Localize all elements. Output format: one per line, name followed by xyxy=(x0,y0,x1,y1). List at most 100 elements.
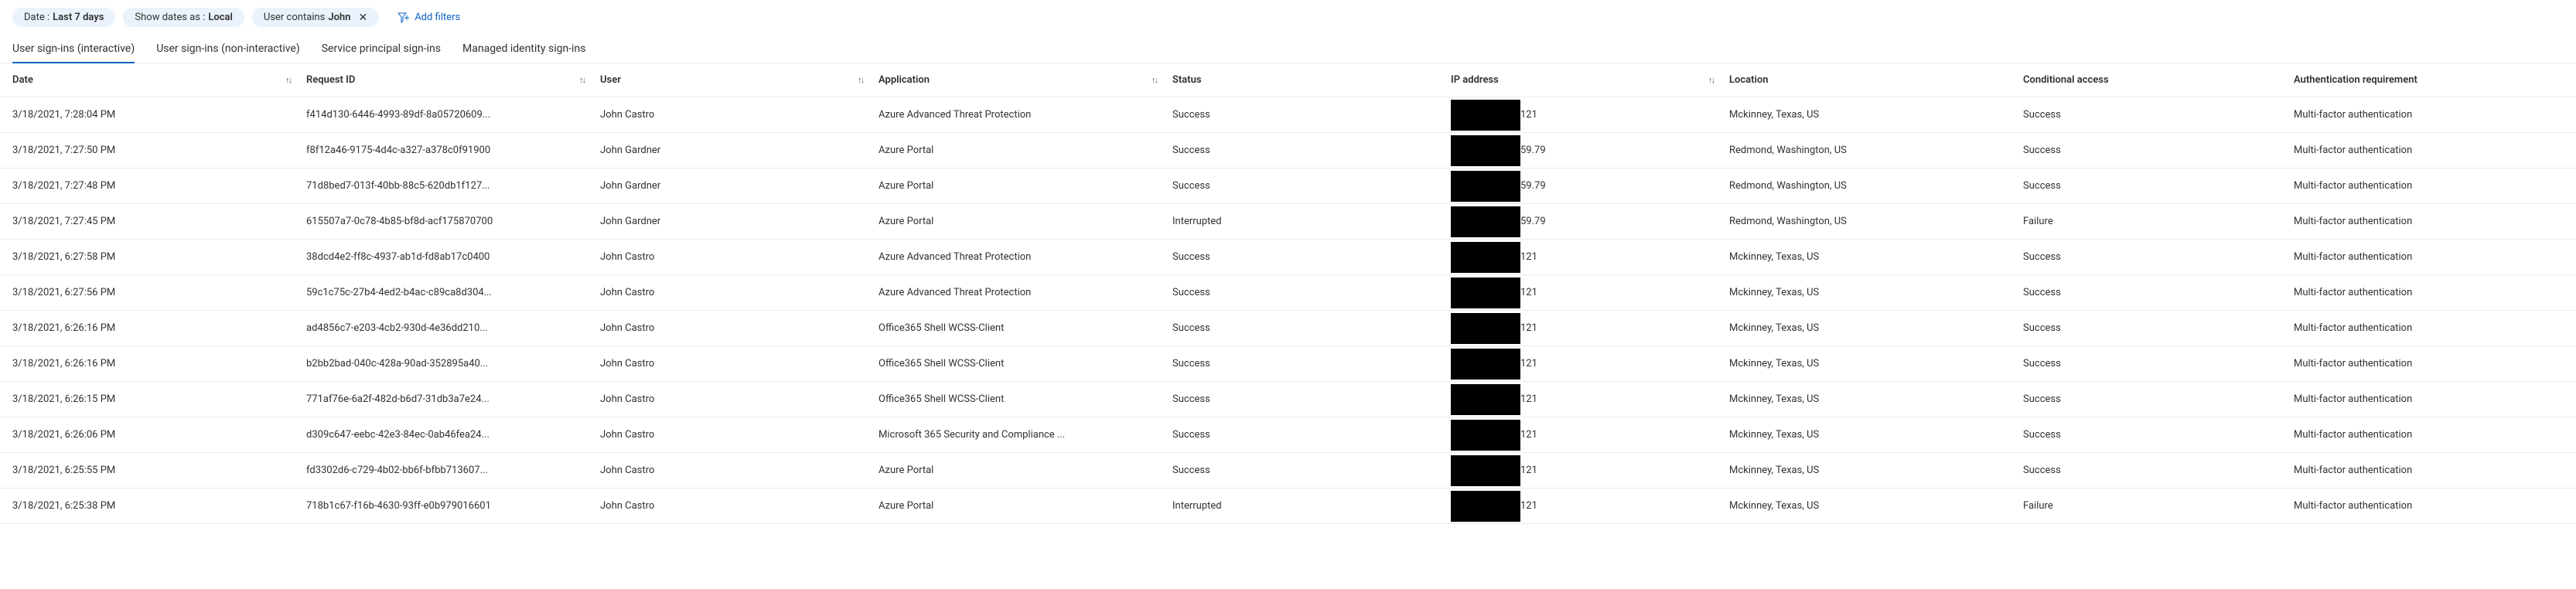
cell-authentication-requirement: Multi-factor authentication xyxy=(2294,251,2564,263)
column-header-user[interactable]: User↑↓ xyxy=(600,74,879,86)
table-row[interactable]: 3/18/2021, 6:25:38 PM718b1c67-f16b-4630-… xyxy=(0,489,2576,524)
column-header-date[interactable]: Date ↑↓ xyxy=(12,74,306,86)
table-row[interactable]: 3/18/2021, 6:26:16 PMb2bb2bad-040c-428a-… xyxy=(0,346,2576,382)
ip-suffix: 121 xyxy=(1520,429,1537,441)
cell-user: John Castro xyxy=(600,322,879,334)
table-row[interactable]: 3/18/2021, 7:27:50 PMf8f12a46-9175-4d4c-… xyxy=(0,133,2576,169)
ip-redaction-block xyxy=(1451,277,1520,308)
table-row[interactable]: 3/18/2021, 6:26:06 PMd309c647-eebc-42e3-… xyxy=(0,417,2576,453)
cell-authentication-requirement: Multi-factor authentication xyxy=(2294,465,2564,476)
ip-redaction-block xyxy=(1451,491,1520,522)
table-row[interactable]: 3/18/2021, 6:27:56 PM59c1c75c-27b4-4ed2-… xyxy=(0,275,2576,311)
ip-suffix: 59.79 xyxy=(1520,145,1546,156)
tab-managed-identity-sign-ins[interactable]: Managed identity sign-ins xyxy=(462,38,585,63)
cell-authentication-requirement: Multi-factor authentication xyxy=(2294,322,2564,334)
cell-authentication-requirement: Multi-factor authentication xyxy=(2294,393,2564,405)
cell-conditional-access: Failure xyxy=(2023,216,2294,227)
column-header-application[interactable]: Application↑↓ xyxy=(879,74,1172,86)
filter-date-value: Last 7 days xyxy=(53,12,104,23)
cell-request-id: b2bb2bad-040c-428a-90ad-352895a40... xyxy=(306,358,600,369)
cell-request-id: ad4856c7-e203-4cb2-930d-4e36dd210... xyxy=(306,322,600,334)
filter-date-pill[interactable]: Date : Last 7 days xyxy=(12,8,115,27)
ip-suffix: 121 xyxy=(1520,251,1537,263)
cell-user: John Castro xyxy=(600,465,879,476)
ip-suffix: 59.79 xyxy=(1520,216,1546,227)
cell-status: Success xyxy=(1172,109,1451,121)
cell-status: Success xyxy=(1172,358,1451,369)
sort-icon[interactable]: ↑↓ xyxy=(285,75,291,85)
cell-date: 3/18/2021, 7:28:04 PM xyxy=(12,109,306,121)
column-header-label: IP address xyxy=(1451,74,1499,86)
cell-conditional-access: Failure xyxy=(2023,500,2294,512)
cell-conditional-access: Success xyxy=(2023,251,2294,263)
cell-user: John Castro xyxy=(600,500,879,512)
cell-ip-address: 59.79 xyxy=(1451,135,1729,166)
table-row[interactable]: 3/18/2021, 6:26:15 PM771af76e-6a2f-482d-… xyxy=(0,382,2576,417)
cell-user: John Castro xyxy=(600,358,879,369)
column-header-request-id[interactable]: Request ID↑↓ xyxy=(306,74,600,86)
cell-location: Mckinney, Texas, US xyxy=(1729,358,2023,369)
ip-suffix: 121 xyxy=(1520,358,1537,369)
cell-conditional-access: Success xyxy=(2023,287,2294,298)
table-row[interactable]: 3/18/2021, 6:26:16 PMad4856c7-e203-4cb2-… xyxy=(0,311,2576,346)
sort-icon[interactable]: ↑↓ xyxy=(858,75,863,85)
cell-status: Interrupted xyxy=(1172,500,1451,512)
table-row[interactable]: 3/18/2021, 6:25:55 PMfd3302d6-c729-4b02-… xyxy=(0,453,2576,489)
cell-location: Mckinney, Texas, US xyxy=(1729,322,2023,334)
cell-ip-address: 59.79 xyxy=(1451,206,1729,237)
cell-conditional-access: Success xyxy=(2023,429,2294,441)
cell-date: 3/18/2021, 6:27:56 PM xyxy=(12,287,306,298)
sort-icon[interactable]: ↑↓ xyxy=(1152,75,1157,85)
cell-application: Office365 Shell WCSS-Client xyxy=(879,358,1172,369)
ip-redaction-block xyxy=(1451,313,1520,344)
ip-redaction-block xyxy=(1451,100,1520,131)
cell-location: Redmond, Washington, US xyxy=(1729,180,2023,192)
cell-request-id: f414d130-6446-4993-89df-8a05720609... xyxy=(306,109,600,121)
ip-suffix: 121 xyxy=(1520,393,1537,405)
cell-location: Mckinney, Texas, US xyxy=(1729,500,2023,512)
table-row[interactable]: 3/18/2021, 7:27:45 PM615507a7-0c78-4b85-… xyxy=(0,204,2576,240)
cell-user: John Castro xyxy=(600,429,879,441)
cell-application: Azure Portal xyxy=(879,145,1172,156)
close-icon[interactable]: ✕ xyxy=(358,12,367,23)
ip-suffix: 121 xyxy=(1520,500,1537,512)
table-row[interactable]: 3/18/2021, 6:27:58 PM38dcd4e2-ff8c-4937-… xyxy=(0,240,2576,275)
sort-icon[interactable]: ↑↓ xyxy=(1708,75,1714,85)
ip-redaction-block xyxy=(1451,171,1520,202)
add-filters-button[interactable]: Add filters xyxy=(387,9,471,26)
cell-authentication-requirement: Multi-factor authentication xyxy=(2294,500,2564,512)
sort-icon[interactable]: ↑↓ xyxy=(579,75,585,85)
column-header-label: Date xyxy=(12,74,33,86)
cell-status: Interrupted xyxy=(1172,216,1451,227)
cell-date: 3/18/2021, 7:27:45 PM xyxy=(12,216,306,227)
filters-bar: Date : Last 7 days Show dates as : Local… xyxy=(0,0,2576,32)
filter-showdates-label: Show dates as : xyxy=(135,12,205,23)
cell-ip-address: 121 xyxy=(1451,491,1729,522)
ip-redaction-block xyxy=(1451,455,1520,486)
cell-application: Office365 Shell WCSS-Client xyxy=(879,393,1172,405)
cell-ip-address: 121 xyxy=(1451,277,1729,308)
cell-conditional-access: Success xyxy=(2023,322,2294,334)
table-row[interactable]: 3/18/2021, 7:28:04 PMf414d130-6446-4993-… xyxy=(0,97,2576,133)
cell-date: 3/18/2021, 6:26:16 PM xyxy=(12,358,306,369)
ip-suffix: 121 xyxy=(1520,287,1537,298)
tab-user-sign-ins-interactive-[interactable]: User sign-ins (interactive) xyxy=(12,38,135,63)
column-header-location: Location xyxy=(1729,74,2023,86)
tab-user-sign-ins-non-interactive-[interactable]: User sign-ins (non-interactive) xyxy=(156,38,300,63)
cell-user: John Castro xyxy=(600,251,879,263)
cell-ip-address: 121 xyxy=(1451,420,1729,451)
cell-request-id: d309c647-eebc-42e3-84ec-0ab46fea24... xyxy=(306,429,600,441)
cell-status: Success xyxy=(1172,251,1451,263)
filter-user-pill[interactable]: User contains John ✕ xyxy=(252,8,379,27)
filter-showdates-pill[interactable]: Show dates as : Local xyxy=(123,8,244,27)
tab-service-principal-sign-ins[interactable]: Service principal sign-ins xyxy=(322,38,441,63)
column-header-ip-address[interactable]: IP address ↑↓ xyxy=(1451,74,1729,86)
table-row[interactable]: 3/18/2021, 7:27:48 PM71d8bed7-013f-40bb-… xyxy=(0,169,2576,204)
cell-authentication-requirement: Multi-factor authentication xyxy=(2294,358,2564,369)
cell-location: Mckinney, Texas, US xyxy=(1729,393,2023,405)
table-header: Date↑↓Request ID↑↓User↑↓Application↑↓Sta… xyxy=(0,63,2576,97)
cell-request-id: fd3302d6-c729-4b02-bb6f-bfbb713607... xyxy=(306,465,600,476)
cell-application: Azure Advanced Threat Protection xyxy=(879,109,1172,121)
cell-status: Success xyxy=(1172,465,1451,476)
cell-location: Mckinney, Texas, US xyxy=(1729,465,2023,476)
